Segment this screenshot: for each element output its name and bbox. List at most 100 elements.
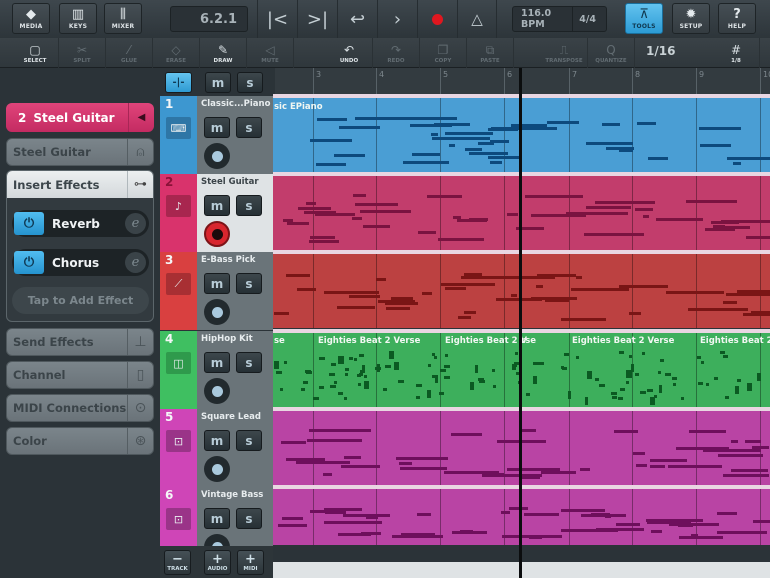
midi-note[interactable] [648, 157, 668, 160]
track-header-1[interactable]: 1 ⌨ Classic...Piano m s [160, 96, 273, 174]
midi-note[interactable] [507, 213, 518, 216]
track-color-strip[interactable]: 4 ◫ [160, 331, 197, 409]
midi-note[interactable] [586, 142, 633, 145]
midi-note[interactable] [453, 216, 461, 219]
midi-note[interactable] [303, 381, 308, 384]
quantize-value[interactable]: 1/16 [646, 44, 675, 58]
midi-note[interactable] [679, 536, 723, 539]
midi-note[interactable] [547, 121, 579, 124]
midi-note[interactable] [331, 363, 336, 366]
midi-note[interactable] [731, 440, 738, 443]
midi-note[interactable] [438, 238, 484, 241]
midi-note[interactable] [399, 462, 412, 465]
track-name[interactable]: Vintage Bass [201, 490, 263, 500]
midi-note[interactable] [345, 368, 349, 371]
midi-note[interactable] [319, 357, 325, 360]
midi-note[interactable] [281, 441, 306, 444]
midi-connections-row[interactable]: MIDI Connections ⊙ [6, 394, 154, 422]
midi-note[interactable] [612, 396, 617, 399]
midi-note[interactable] [278, 524, 307, 527]
midi-note[interactable] [561, 529, 618, 532]
instrument-row[interactable]: Steel Guitar ⍝ [6, 138, 154, 166]
midi-note[interactable] [714, 377, 718, 380]
edit-effect-icon[interactable]: e [125, 252, 146, 273]
midi-note[interactable] [378, 300, 415, 303]
part-label[interactable]: Eighties Beat 2 Verse [572, 336, 674, 346]
midi-note[interactable] [337, 306, 375, 309]
midi-note[interactable] [656, 218, 703, 221]
quantize-tool[interactable]: Q QUANTIZE [588, 38, 635, 68]
track-mute-button[interactable]: m [204, 430, 230, 451]
midi-note[interactable] [586, 206, 631, 209]
midi-note[interactable] [564, 353, 569, 356]
mixer-button[interactable]: ⫼ MIXER [104, 3, 142, 34]
midi-note[interactable] [585, 397, 588, 405]
midi-note[interactable] [344, 456, 361, 459]
midi-note[interactable] [602, 123, 620, 126]
midi-note[interactable] [317, 118, 347, 121]
midi-note[interactable] [298, 207, 331, 210]
erase-tool[interactable]: ◇ ERASE [153, 38, 200, 68]
midi-note[interactable] [444, 471, 488, 474]
midi-note[interactable] [286, 274, 310, 277]
track-header-6[interactable]: 6 ⊡ Vintage Bass m s [160, 487, 273, 560]
track-name[interactable]: Classic...Piano [201, 99, 270, 109]
collapse-inspector-icon[interactable]: ◀ [128, 103, 154, 132]
part-label[interactable]: se [274, 336, 285, 346]
midi-note[interactable] [349, 295, 380, 298]
midi-note[interactable] [665, 373, 671, 376]
midi-note[interactable] [324, 429, 371, 432]
track-solo-button[interactable]: s [236, 508, 262, 529]
midi-note[interactable] [717, 531, 767, 534]
midi-note[interactable] [482, 474, 542, 477]
midi-note[interactable] [349, 357, 353, 360]
midi-note[interactable] [401, 533, 435, 536]
midi-note[interactable] [666, 291, 724, 294]
midi-note[interactable] [475, 365, 478, 373]
midi-note[interactable] [488, 156, 521, 159]
midi-note[interactable] [301, 388, 305, 391]
midi-note[interactable] [688, 308, 748, 311]
midi-note[interactable] [324, 521, 382, 524]
remove-track-button[interactable]: − TRACK [164, 550, 191, 575]
midi-note[interactable] [470, 382, 474, 390]
midi-note[interactable] [536, 285, 543, 288]
record-arm-button[interactable] [204, 143, 230, 169]
timeline-ruler[interactable]: 3 4 5 6 7 8 9 10 [275, 68, 770, 96]
midi-note[interactable] [479, 380, 485, 383]
midi-note[interactable] [633, 452, 645, 455]
midi-note[interactable] [355, 203, 398, 206]
midi-note[interactable] [757, 373, 761, 381]
midi-note[interactable] [435, 375, 438, 383]
midi-note[interactable] [668, 465, 722, 468]
loop-button[interactable]: ↩ [337, 0, 377, 38]
playhead[interactable] [519, 68, 522, 578]
midi-note[interactable] [445, 354, 448, 357]
track-solo-button[interactable]: s [236, 117, 262, 138]
midi-note[interactable] [458, 316, 471, 319]
mute-tool[interactable]: ◁ MUTE [247, 38, 294, 68]
midi-note[interactable] [524, 513, 559, 516]
midi-note[interactable] [416, 396, 420, 399]
midi-note[interactable] [731, 469, 768, 472]
midi-note[interactable] [636, 464, 647, 467]
midi-note[interactable] [396, 457, 448, 460]
media-button[interactable]: ◆ MEDIA [12, 3, 50, 34]
midi-note[interactable] [488, 128, 518, 131]
midi-note[interactable] [344, 397, 347, 400]
paste-button[interactable]: ⧉ PASTE [467, 38, 514, 68]
midi-note[interactable] [735, 386, 739, 394]
midi-note[interactable] [701, 361, 704, 364]
midi-note[interactable] [752, 446, 769, 449]
track-color-strip[interactable]: 2 ♪ [160, 174, 197, 252]
midi-note[interactable] [323, 473, 332, 476]
midi-note[interactable] [700, 144, 731, 147]
glue-tool[interactable]: ⁄ GLUE [106, 38, 153, 68]
midi-note[interactable] [599, 384, 605, 387]
midi-note[interactable] [706, 383, 709, 386]
midi-note[interactable] [541, 471, 576, 474]
midi-note[interactable] [725, 396, 729, 399]
midi-note[interactable] [647, 521, 691, 524]
midi-note[interactable] [364, 375, 367, 378]
track-mute-button[interactable]: m [204, 352, 230, 373]
